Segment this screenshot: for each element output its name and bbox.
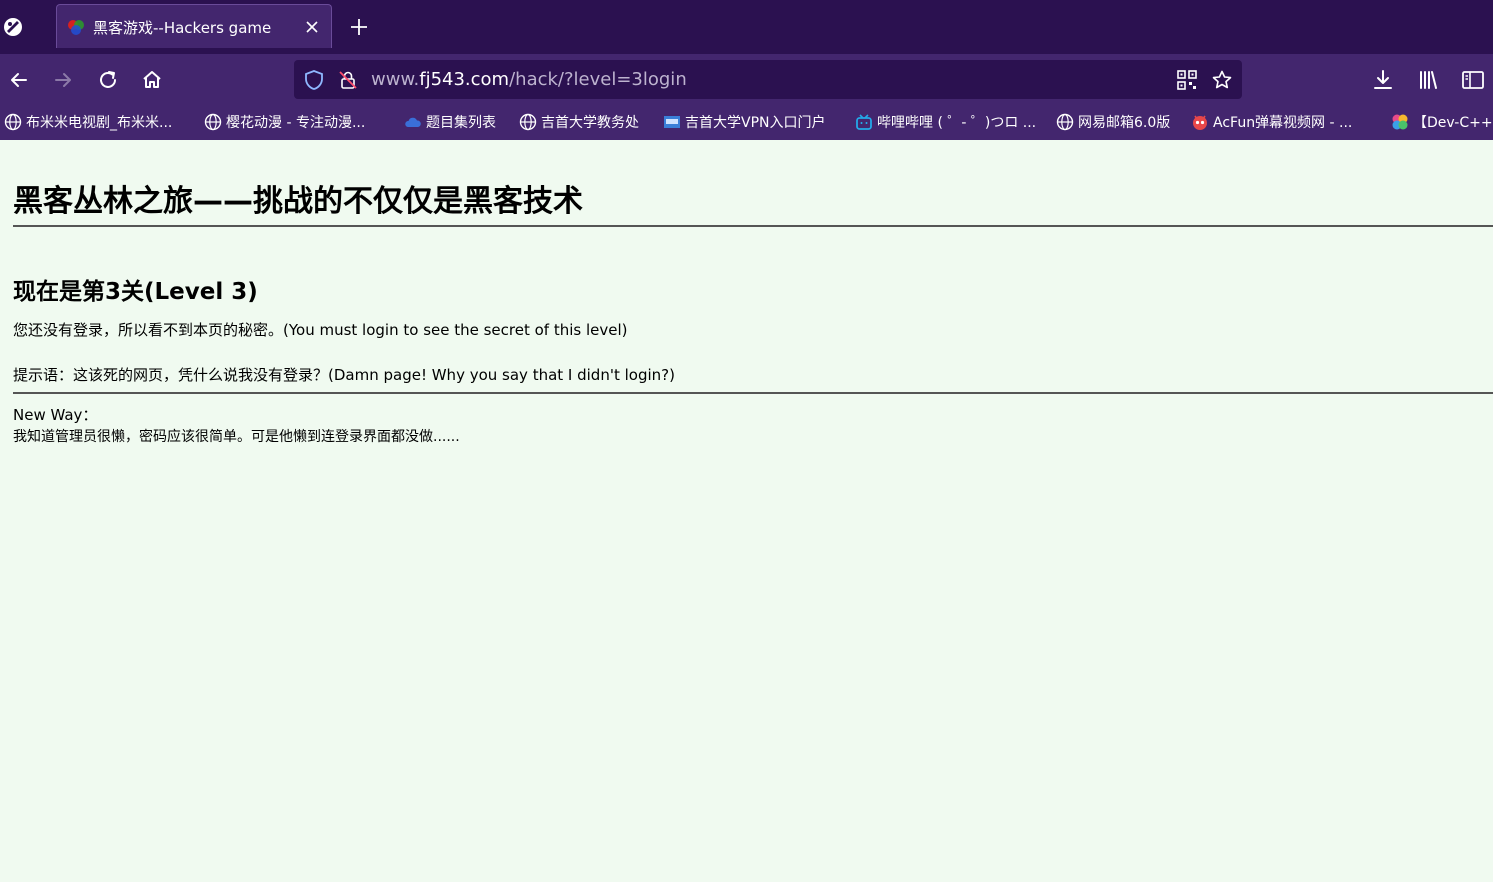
insecure-lock-icon[interactable] — [337, 69, 359, 91]
globe-icon — [519, 113, 537, 131]
hint-text: 提示语：这该死的网页，凭什么说我没有登录？(Damn page! Why you… — [13, 366, 675, 384]
bookmark-label: 【Dev-C++ — [1413, 115, 1493, 131]
bookmark-item[interactable]: 樱花动漫 - 专注动漫... — [204, 112, 365, 134]
sidebar-icon[interactable] — [1460, 67, 1486, 93]
bookmark-label: 吉首大学VPN入口门户 — [685, 115, 826, 131]
bookmark-item[interactable]: 【Dev-C++ — [1391, 112, 1493, 134]
bookmark-label: 网易邮箱6.0版 — [1078, 115, 1171, 131]
bookmarks-bar: 布米米电视剧_布米米... 樱花动漫 - 专注动漫... 题目集列表 吉首大学教… — [0, 106, 1493, 140]
navigation-toolbar: www.fj543.com/hack/?level=3login — [0, 54, 1493, 106]
home-icon[interactable] — [139, 67, 165, 93]
bookmark-item[interactable]: 网易邮箱6.0版 — [1056, 112, 1170, 134]
reload-icon[interactable] — [95, 67, 121, 93]
cloud-icon — [405, 117, 421, 127]
bookmark-label: 樱花动漫 - 专注动漫... — [226, 115, 366, 131]
globe-icon — [204, 113, 222, 131]
divider — [13, 392, 1493, 394]
active-tab[interactable]: 黑客游戏--Hackers game — [56, 4, 332, 48]
bookmark-label: AcFun弹幕视频网 - ... — [1213, 115, 1353, 131]
bookmark-item[interactable]: 哔哩哔哩 ( ゜- ゜)つロ ... — [855, 112, 1036, 134]
bookmark-label: 吉首大学教务处 — [541, 115, 639, 131]
qr-code-icon[interactable] — [1176, 69, 1198, 91]
url-path: /hack/?level=3login — [509, 69, 687, 90]
close-tab-icon[interactable] — [303, 18, 321, 36]
url-text[interactable]: www.fj543.com/hack/?level=3login — [371, 69, 687, 90]
url-prefix: www. — [371, 69, 420, 90]
bookmark-label: 题目集列表 — [426, 115, 496, 131]
tab-bar: 黑客游戏--Hackers game — [0, 0, 1493, 54]
bookmark-label: 哔哩哔哩 ( ゜- ゜)つロ ... — [877, 115, 1037, 131]
download-icon[interactable] — [1370, 67, 1396, 93]
web-page: 黑客丛林之旅——挑战的不仅仅是黑客技术 现在是第3关(Level 3) 您还没有… — [0, 140, 1493, 882]
bookmark-label: 布米米电视剧_布米米... — [26, 115, 173, 131]
globe-icon — [4, 113, 22, 131]
bilibili-tv-icon — [856, 114, 872, 130]
level-heading: 现在是第3关(Level 3) — [13, 279, 258, 305]
tracking-protection-shield-icon[interactable] — [303, 69, 325, 91]
forward-icon[interactable] — [50, 67, 76, 93]
divider — [13, 225, 1493, 227]
bookmark-item[interactable]: 布米米电视剧_布米米... — [4, 112, 172, 134]
new-way-text: 我知道管理员很懒，密码应该很简单。可是他懒到连登录界面都没做...... — [13, 429, 460, 445]
bookmark-item[interactable]: 吉首大学VPN入口门户 — [663, 112, 826, 134]
bookmark-item[interactable]: 题目集列表 — [404, 112, 496, 134]
bookmark-item[interactable]: 吉首大学教务处 — [519, 112, 639, 134]
address-bar[interactable]: www.fj543.com/hack/?level=3login — [294, 60, 1242, 99]
library-icon[interactable] — [1415, 67, 1441, 93]
back-icon[interactable] — [6, 67, 32, 93]
globe-icon — [1056, 113, 1074, 131]
login-required-message: 您还没有登录，所以看不到本页的秘密。(You must login to see… — [13, 321, 628, 339]
url-domain: fj543.com — [419, 69, 510, 90]
app-menu-icon[interactable] — [2, 16, 24, 38]
site-favicon-icon — [68, 20, 84, 35]
vpn-portal-icon — [664, 116, 680, 128]
new-tab-icon[interactable] — [348, 16, 370, 38]
bookmark-star-icon[interactable] — [1211, 69, 1233, 91]
bookmark-item[interactable]: AcFun弹幕视频网 - ... — [1191, 112, 1352, 134]
acfun-icon — [1193, 115, 1207, 130]
page-title: 黑客丛林之旅——挑战的不仅仅是黑客技术 — [13, 184, 583, 219]
dev-cpp-icon — [1392, 114, 1408, 130]
tab-title: 黑客游戏--Hackers game — [93, 19, 272, 37]
new-way-label: New Way： — [13, 406, 98, 424]
